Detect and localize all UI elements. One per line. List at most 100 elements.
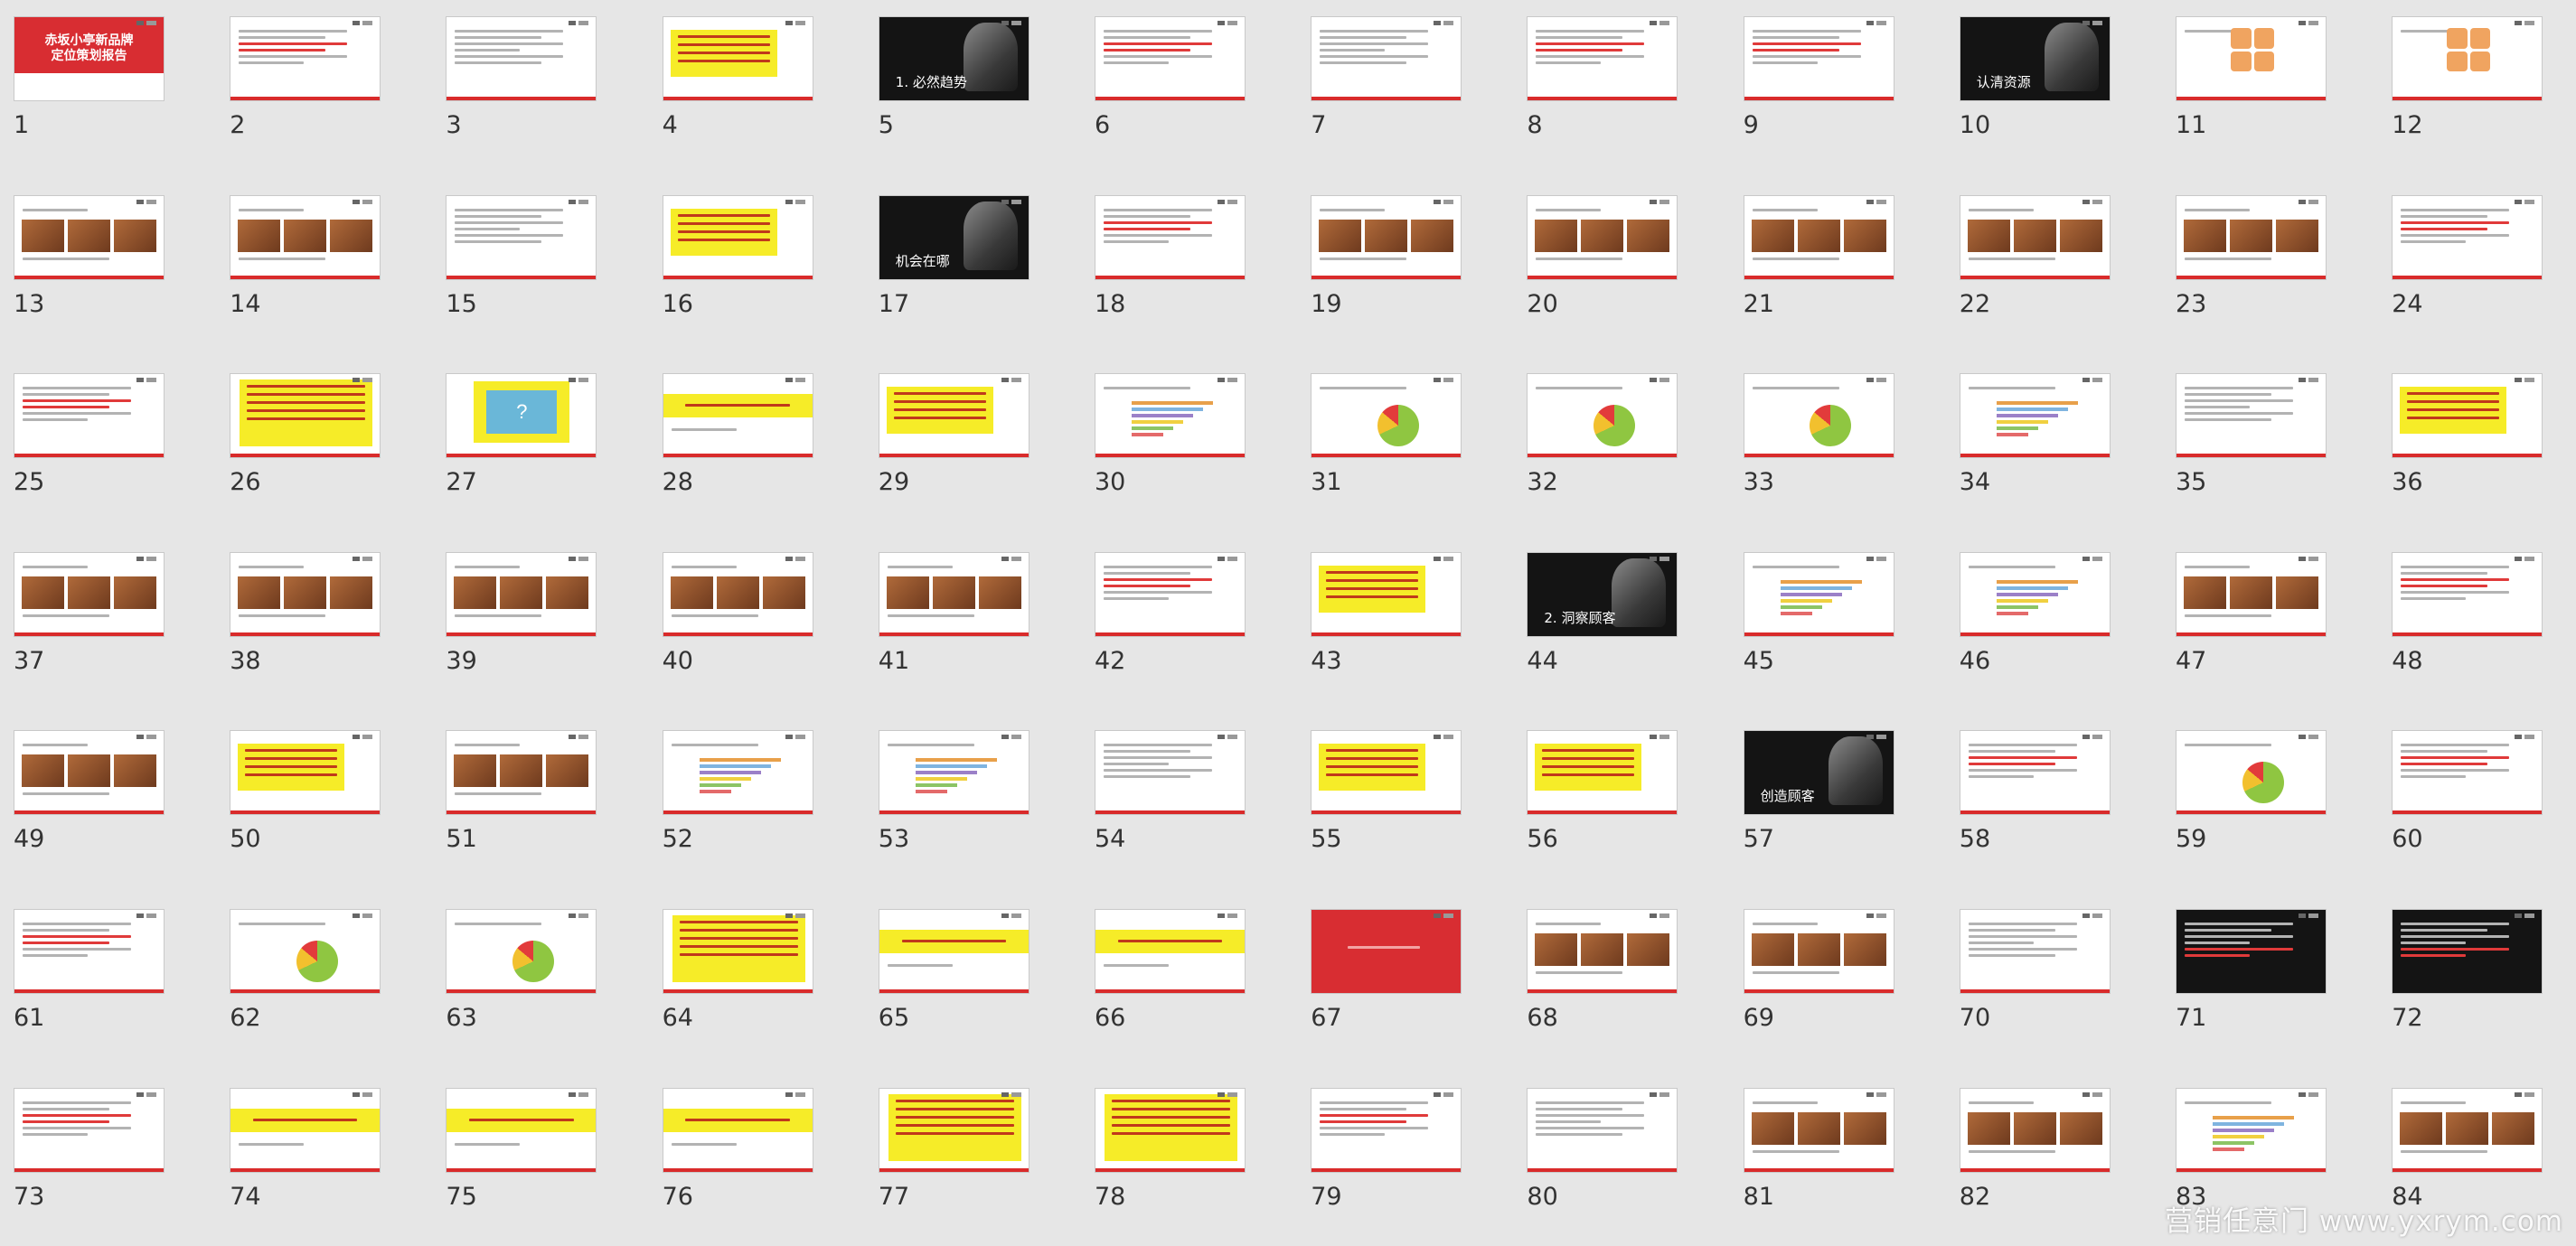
slide-preview[interactable] bbox=[2176, 1087, 2327, 1173]
slide-thumbnail-61[interactable]: 61 bbox=[0, 893, 165, 1055]
slide-preview[interactable] bbox=[878, 730, 1029, 816]
slide-thumbnail-24[interactable]: 24 bbox=[2378, 179, 2543, 342]
slide-thumbnail-50[interactable]: 50 bbox=[216, 714, 381, 876]
slide-preview[interactable] bbox=[1527, 909, 1678, 994]
slide-preview[interactable] bbox=[446, 551, 597, 637]
slide-preview[interactable] bbox=[1959, 551, 2111, 637]
slide-thumbnail-41[interactable]: 41 bbox=[865, 536, 1029, 698]
slide-preview[interactable] bbox=[1311, 194, 1462, 280]
slide-thumbnail-8[interactable]: 8 bbox=[1513, 0, 1678, 163]
slide-thumbnail-66[interactable]: 66 bbox=[1081, 893, 1246, 1055]
slide-thumbnail-79[interactable]: 79 bbox=[1297, 1072, 1462, 1234]
slide-thumbnail-36[interactable]: 36 bbox=[2378, 357, 2543, 520]
slide-preview[interactable] bbox=[1743, 1087, 1894, 1173]
slide-preview[interactable] bbox=[1959, 1087, 2111, 1173]
slide-preview[interactable] bbox=[662, 373, 813, 459]
slide-thumbnail-4[interactable]: 4 bbox=[649, 0, 813, 163]
slide-preview[interactable] bbox=[230, 373, 381, 459]
slide-preview[interactable] bbox=[662, 730, 813, 816]
slide-preview[interactable] bbox=[14, 909, 165, 994]
slide-preview[interactable] bbox=[230, 194, 381, 280]
slide-preview[interactable] bbox=[2392, 551, 2543, 637]
slide-preview[interactable] bbox=[446, 1087, 597, 1173]
slide-thumbnail-80[interactable]: 80 bbox=[1513, 1072, 1678, 1234]
slide-thumbnail-31[interactable]: 31 bbox=[1297, 357, 1462, 520]
slide-preview[interactable] bbox=[662, 194, 813, 280]
slide-preview[interactable] bbox=[878, 373, 1029, 459]
slide-preview[interactable]: 认清资源 bbox=[1959, 16, 2111, 101]
slide-preview[interactable]: 创造顾客 bbox=[1743, 730, 1894, 816]
slide-preview[interactable] bbox=[1311, 730, 1462, 816]
slide-thumbnail-11[interactable]: 11 bbox=[2162, 0, 2327, 163]
slide-thumbnail-42[interactable]: 42 bbox=[1081, 536, 1246, 698]
slide-thumbnail-21[interactable]: 21 bbox=[1730, 179, 1894, 342]
slide-preview[interactable] bbox=[662, 16, 813, 101]
slide-thumbnail-7[interactable]: 7 bbox=[1297, 0, 1462, 163]
slide-preview[interactable] bbox=[2176, 909, 2327, 994]
slide-preview[interactable] bbox=[1311, 1087, 1462, 1173]
slide-thumbnail-15[interactable]: 15 bbox=[432, 179, 597, 342]
slide-thumbnail-56[interactable]: 56 bbox=[1513, 714, 1678, 876]
slide-preview[interactable] bbox=[1527, 194, 1678, 280]
slide-preview[interactable] bbox=[1095, 194, 1246, 280]
slide-preview[interactable] bbox=[2176, 194, 2327, 280]
slide-thumbnail-55[interactable]: 55 bbox=[1297, 714, 1462, 876]
slide-preview[interactable] bbox=[2392, 730, 2543, 816]
slide-preview[interactable] bbox=[1095, 373, 1246, 459]
slide-preview[interactable] bbox=[446, 730, 597, 816]
slide-thumbnail-65[interactable]: 65 bbox=[865, 893, 1029, 1055]
slide-thumbnail-6[interactable]: 6 bbox=[1081, 0, 1246, 163]
slide-thumbnail-12[interactable]: 12 bbox=[2378, 0, 2543, 163]
slide-thumbnail-35[interactable]: 35 bbox=[2162, 357, 2327, 520]
slide-preview[interactable] bbox=[878, 1087, 1029, 1173]
slide-thumbnail-34[interactable]: 34 bbox=[1946, 357, 2111, 520]
slide-preview[interactable] bbox=[1959, 909, 2111, 994]
slide-preview[interactable] bbox=[1743, 551, 1894, 637]
slide-preview[interactable] bbox=[662, 909, 813, 994]
slide-preview[interactable] bbox=[2176, 373, 2327, 459]
slide-thumbnail-43[interactable]: 43 bbox=[1297, 536, 1462, 698]
slide-preview[interactable] bbox=[2392, 194, 2543, 280]
slide-preview[interactable] bbox=[1095, 16, 1246, 101]
slide-thumbnail-30[interactable]: 30 bbox=[1081, 357, 1246, 520]
slide-thumbnail-49[interactable]: 49 bbox=[0, 714, 165, 876]
slide-thumbnail-68[interactable]: 68 bbox=[1513, 893, 1678, 1055]
slide-preview[interactable] bbox=[1311, 16, 1462, 101]
slide-preview[interactable]: 赤坂小亭新品牌 定位策划报告 bbox=[14, 16, 165, 101]
slide-preview[interactable] bbox=[878, 909, 1029, 994]
slide-preview[interactable] bbox=[1527, 1087, 1678, 1173]
slide-thumbnail-69[interactable]: 69 bbox=[1730, 893, 1894, 1055]
slide-thumbnail-81[interactable]: 81 bbox=[1730, 1072, 1894, 1234]
slide-thumbnail-82[interactable]: 82 bbox=[1946, 1072, 2111, 1234]
slide-thumbnail-14[interactable]: 14 bbox=[216, 179, 381, 342]
slide-thumbnail-58[interactable]: 58 bbox=[1946, 714, 2111, 876]
slide-thumbnail-1[interactable]: 赤坂小亭新品牌 定位策划报告 1 bbox=[0, 0, 165, 163]
slide-preview[interactable] bbox=[14, 730, 165, 816]
slide-thumbnail-22[interactable]: 22 bbox=[1946, 179, 2111, 342]
slide-thumbnail-45[interactable]: 45 bbox=[1730, 536, 1894, 698]
slide-thumbnail-17[interactable]: 机会在哪 17 bbox=[865, 179, 1029, 342]
slide-thumbnail-29[interactable]: 29 bbox=[865, 357, 1029, 520]
slide-thumbnail-78[interactable]: 78 bbox=[1081, 1072, 1246, 1234]
slide-preview[interactable] bbox=[2176, 16, 2327, 101]
slide-thumbnail-51[interactable]: 51 bbox=[432, 714, 597, 876]
slide-thumbnail-77[interactable]: 77 bbox=[865, 1072, 1029, 1234]
slide-thumbnail-76[interactable]: 76 bbox=[649, 1072, 813, 1234]
slide-thumbnail-23[interactable]: 23 bbox=[2162, 179, 2327, 342]
slide-thumbnail-19[interactable]: 19 bbox=[1297, 179, 1462, 342]
slide-thumbnail-71[interactable]: 71 bbox=[2162, 893, 2327, 1055]
slide-preview[interactable] bbox=[2176, 730, 2327, 816]
slide-preview[interactable] bbox=[1311, 909, 1462, 994]
slide-thumbnail-26[interactable]: 26 bbox=[216, 357, 381, 520]
slide-thumbnail-38[interactable]: 38 bbox=[216, 536, 381, 698]
slide-preview[interactable] bbox=[2392, 909, 2543, 994]
slide-thumbnail-72[interactable]: 72 bbox=[2378, 893, 2543, 1055]
slide-thumbnail-33[interactable]: 33 bbox=[1730, 357, 1894, 520]
slide-thumbnail-63[interactable]: 63 bbox=[432, 893, 597, 1055]
slide-preview[interactable] bbox=[1959, 730, 2111, 816]
slide-preview[interactable] bbox=[14, 551, 165, 637]
slide-preview[interactable] bbox=[1095, 1087, 1246, 1173]
slide-thumbnail-74[interactable]: 74 bbox=[216, 1072, 381, 1234]
slide-preview[interactable] bbox=[1743, 194, 1894, 280]
slide-preview[interactable] bbox=[1527, 730, 1678, 816]
